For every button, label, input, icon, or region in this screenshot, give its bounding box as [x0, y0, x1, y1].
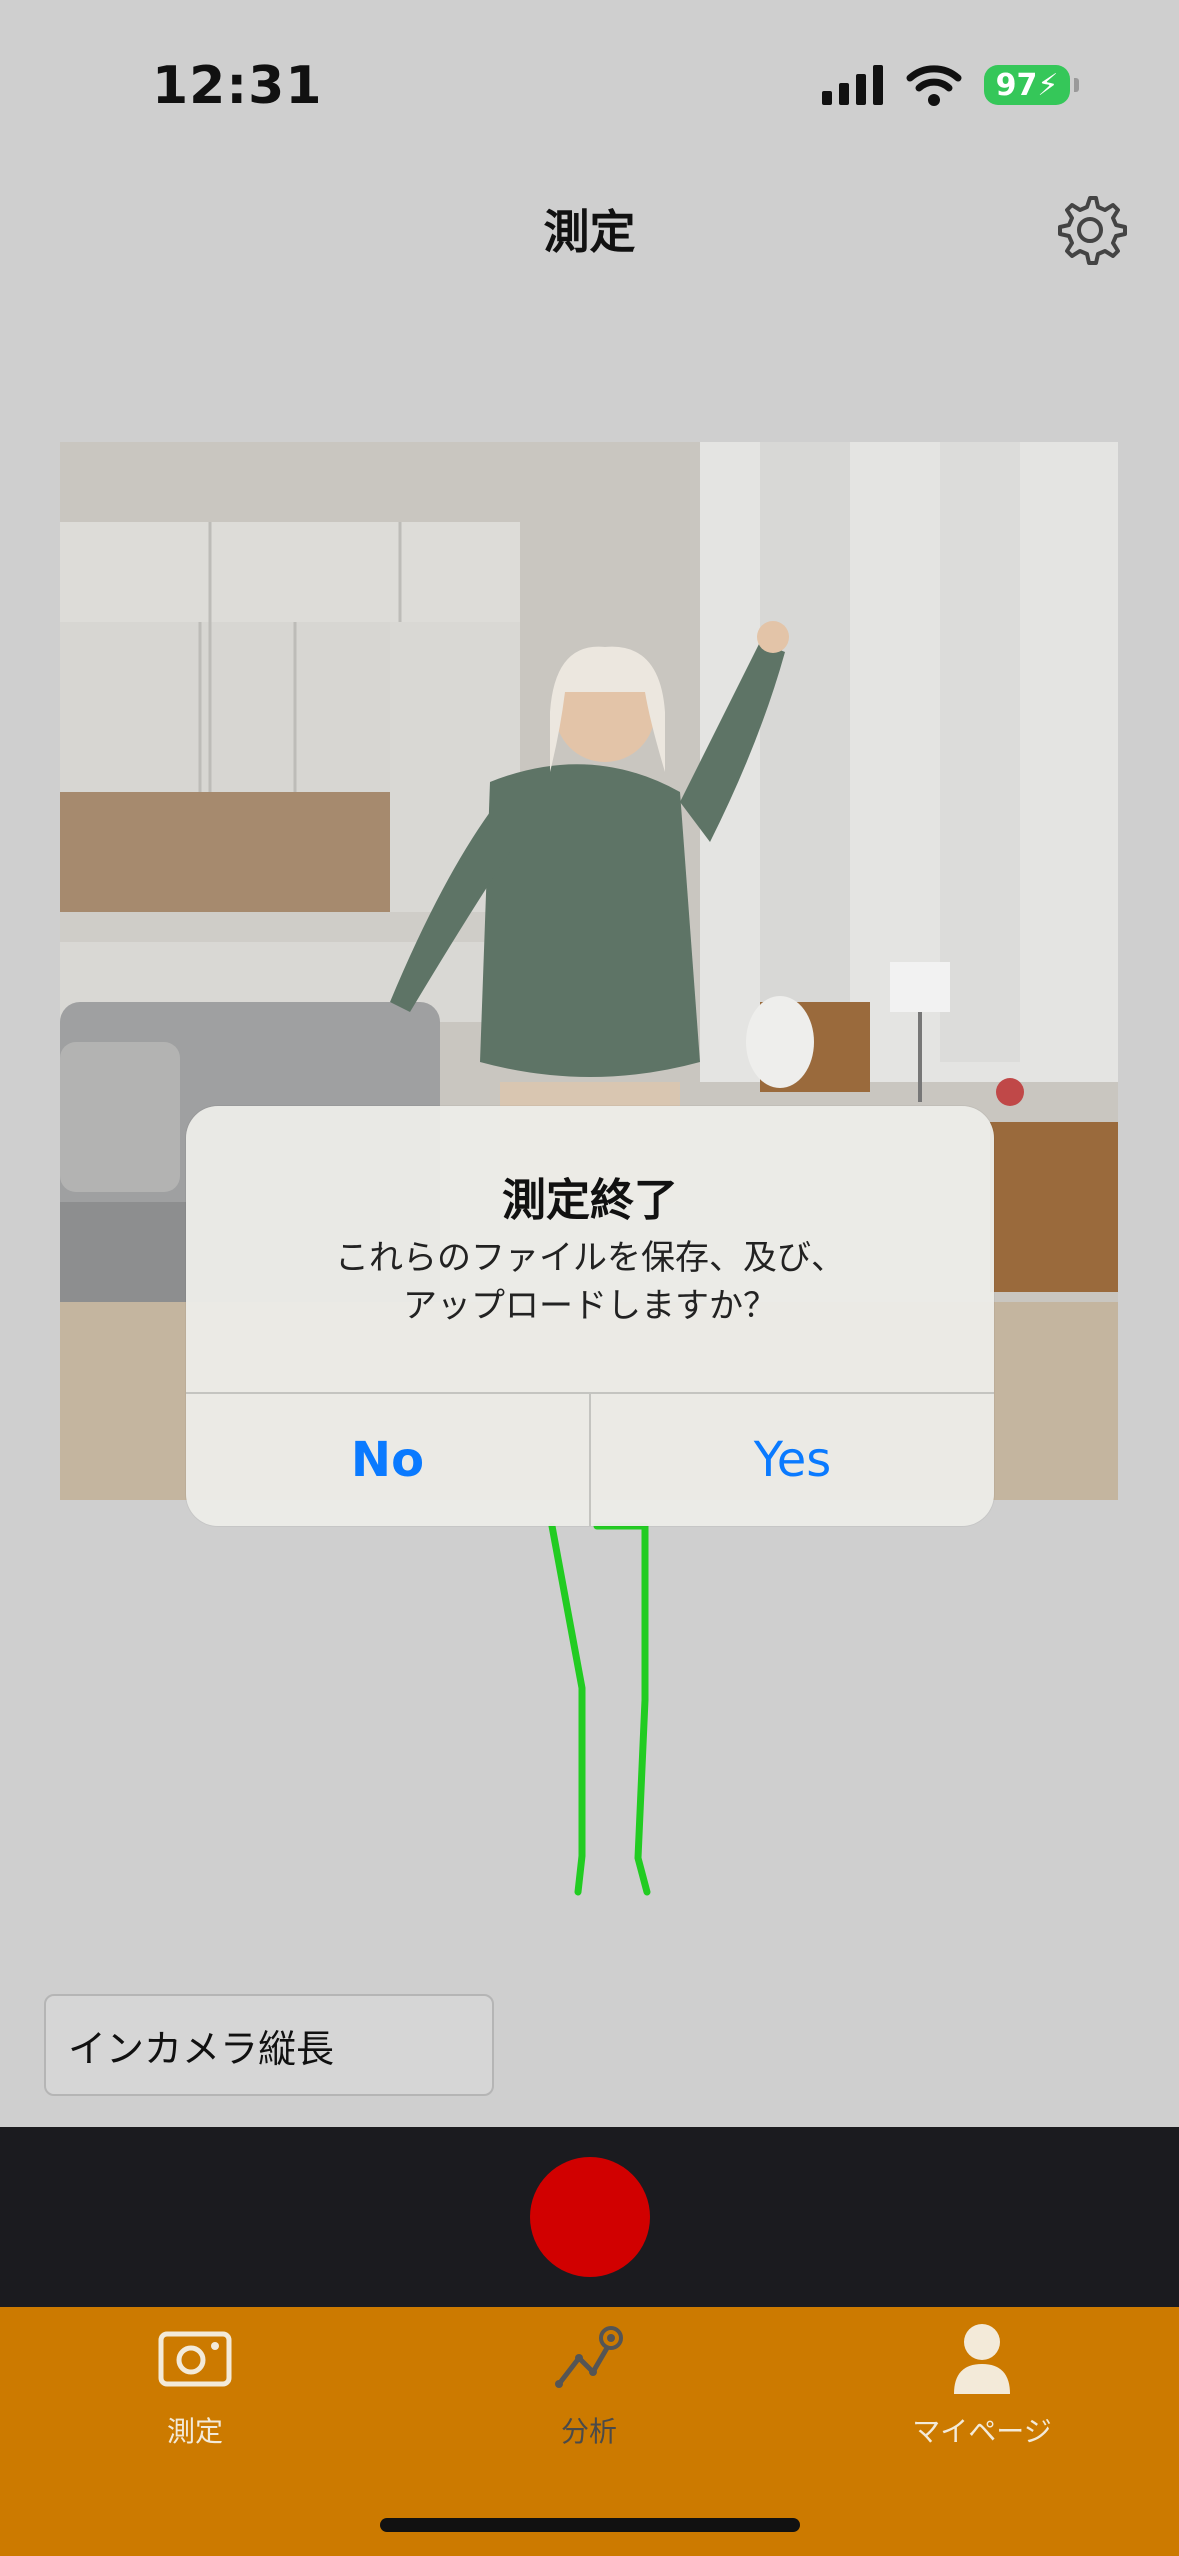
tab-measure[interactable]: 測定 [75, 2318, 315, 2458]
gear-icon[interactable] [1052, 192, 1128, 268]
battery-indicator: 97 ⚡ [984, 65, 1079, 105]
record-button[interactable] [530, 2157, 650, 2277]
person-icon [954, 2324, 1010, 2394]
page-title: 測定 [543, 205, 636, 259]
tab-measure-label: 測定 [166, 2415, 223, 2448]
dialog-title: 測定終了 [502, 1175, 678, 1226]
tab-mypage-label: マイページ [912, 2415, 1052, 2448]
dialog-message: これらのファイルを保存、及び、 アップロードしますか？ [335, 1238, 845, 1326]
no-button[interactable]: No [186, 1394, 589, 1526]
home-indicator [380, 2518, 800, 2532]
tab-mypage[interactable]: マイページ [862, 2318, 1102, 2458]
status-time: 12:31 [152, 56, 323, 116]
wifi-icon [906, 65, 962, 106]
save-upload-dialog: 測定終了 これらのファイルを保存、及び、 アップロードしますか？ No Yes [186, 1106, 994, 1526]
camera-mode-value: インカメラ縦長 [68, 2026, 335, 2071]
camera-mode-select[interactable]: インカメラ縦長 [44, 1994, 494, 2096]
battery-level: 97 [995, 67, 1038, 103]
yes-button[interactable]: Yes [591, 1394, 994, 1526]
status-indicators: 97 ⚡ [822, 64, 1079, 106]
camera-icon [158, 2331, 232, 2387]
charging-icon: ⚡ [1037, 67, 1059, 103]
tab-analysis[interactable]: 分析 [469, 2318, 709, 2458]
tab-analysis-label: 分析 [560, 2415, 617, 2448]
cellular-signal-icon [822, 65, 883, 105]
analysis-icon [555, 2326, 623, 2388]
